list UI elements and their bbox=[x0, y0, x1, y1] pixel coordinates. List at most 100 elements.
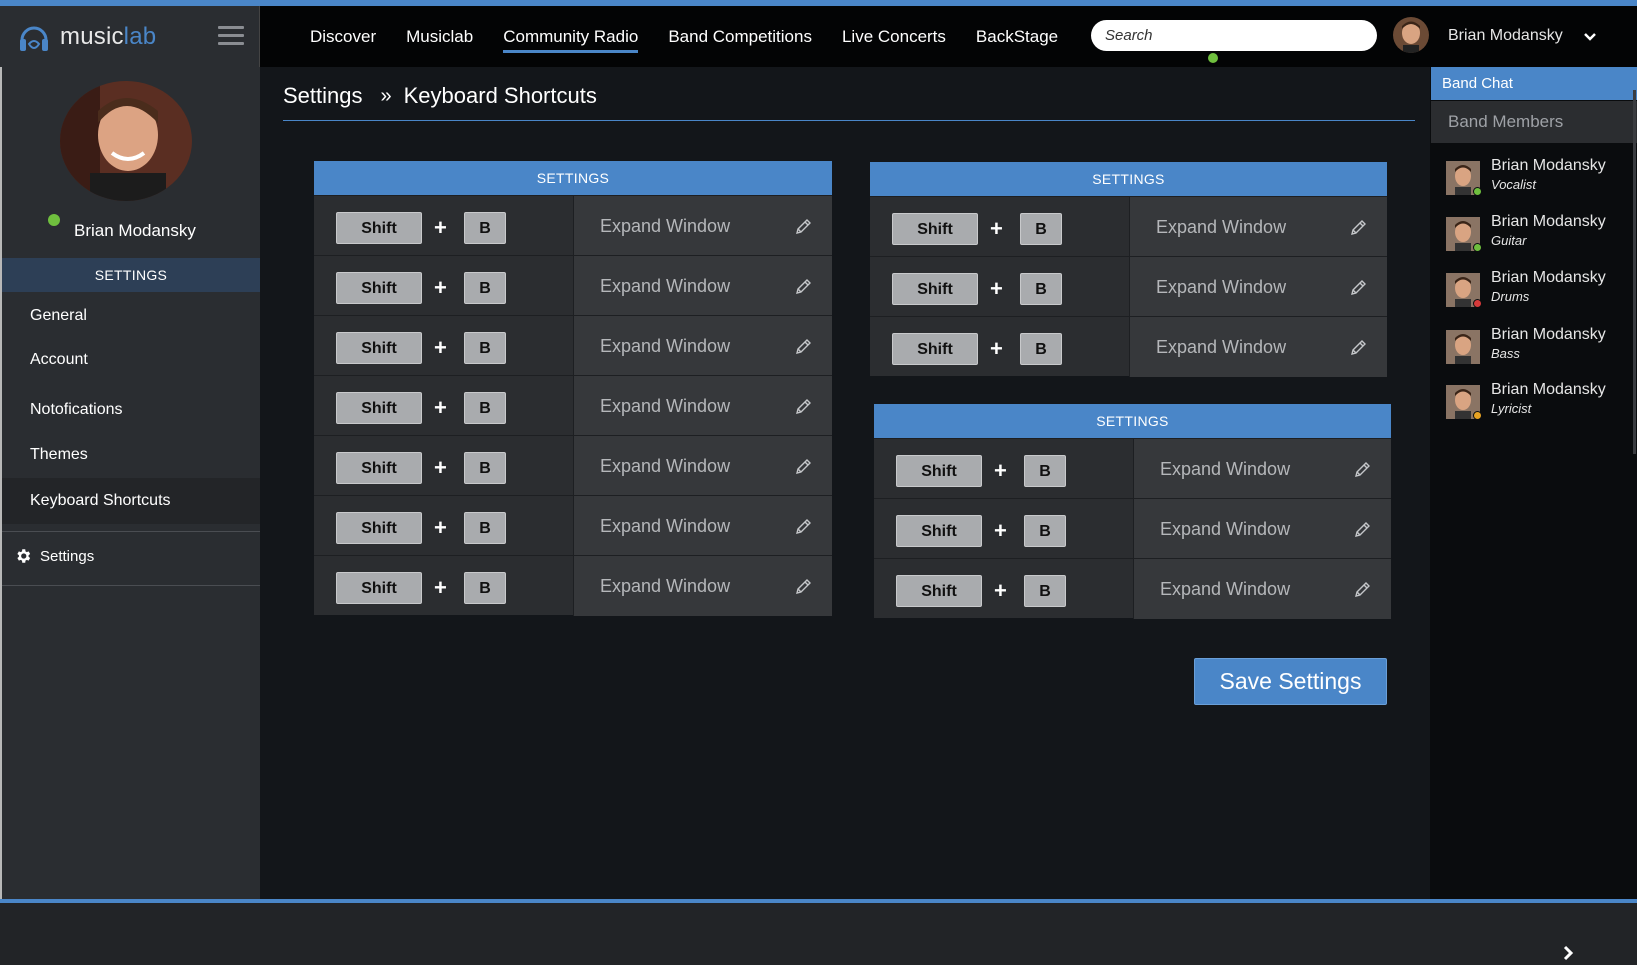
modifier-key[interactable]: Shift bbox=[892, 213, 978, 245]
band-member-item[interactable]: Brian Modansky Drums bbox=[1430, 267, 1637, 321]
shortcut-key[interactable]: B bbox=[464, 452, 506, 484]
modifier-key[interactable]: Shift bbox=[336, 272, 422, 304]
user-name[interactable]: Brian Modansky bbox=[1448, 27, 1563, 45]
modifier-key[interactable]: Shift bbox=[336, 512, 422, 544]
shortcut-keys: Shift + B bbox=[874, 499, 1133, 559]
pencil-edit-icon[interactable] bbox=[794, 458, 812, 476]
sidebar-item-keyboard-shortcuts[interactable]: Keyboard Shortcuts bbox=[2, 478, 260, 524]
chevron-right-icon[interactable] bbox=[1560, 945, 1576, 961]
action-label: Expand Window bbox=[1160, 579, 1291, 599]
action-label: Expand Window bbox=[600, 276, 731, 296]
right-panel-scrollbar[interactable] bbox=[1633, 90, 1636, 454]
shortcut-row: Shift + B Expand Window bbox=[314, 255, 832, 316]
modifier-key[interactable]: Shift bbox=[336, 212, 422, 244]
band-member-item[interactable]: Brian Modansky Lyricist bbox=[1430, 379, 1637, 433]
save-settings-button[interactable]: Save Settings bbox=[1194, 658, 1387, 705]
pencil-edit-icon[interactable] bbox=[1349, 339, 1367, 357]
modifier-key[interactable]: Shift bbox=[892, 333, 978, 365]
right-panel: Band Chat Band Members Brian Modansky Voc… bbox=[1430, 67, 1637, 899]
band-member-item[interactable]: Brian Modansky Guitar bbox=[1430, 211, 1637, 265]
plus-sign: + bbox=[434, 455, 447, 480]
pencil-edit-icon[interactable] bbox=[794, 218, 812, 236]
modifier-key[interactable]: Shift bbox=[336, 452, 422, 484]
nav-item-live-concerts[interactable]: Live Concerts bbox=[842, 21, 946, 53]
sidebar-settings-link[interactable]: Settings bbox=[14, 547, 94, 565]
shortcut-key[interactable]: B bbox=[464, 392, 506, 424]
pencil-edit-icon[interactable] bbox=[794, 518, 812, 536]
nav-item-discover[interactable]: Discover bbox=[310, 21, 376, 53]
sidebar-settings-label: Settings bbox=[40, 547, 95, 565]
shortcut-key[interactable]: B bbox=[464, 272, 506, 304]
shortcut-key[interactable]: B bbox=[1024, 455, 1066, 487]
nav-item-musiclab[interactable]: Musiclab bbox=[406, 21, 473, 53]
shortcut-key[interactable]: B bbox=[464, 212, 506, 244]
member-avatar bbox=[1446, 330, 1480, 364]
shortcut-key[interactable]: B bbox=[1020, 213, 1062, 245]
shortcut-panel: SETTINGS Shift + B Expand Window Shift + B Expan… bbox=[874, 404, 1391, 619]
pencil-edit-icon[interactable] bbox=[1353, 581, 1371, 599]
modifier-key[interactable]: Shift bbox=[892, 273, 978, 305]
left-sidebar: Brian Modansky SETTINGS General Account No… bbox=[0, 67, 260, 899]
shortcut-keys: Shift + B bbox=[874, 559, 1133, 619]
plus-sign: + bbox=[434, 515, 447, 540]
modifier-key[interactable]: Shift bbox=[896, 575, 982, 607]
sidebar-item-notofications[interactable]: Notofications bbox=[2, 387, 260, 433]
pencil-edit-icon[interactable] bbox=[1353, 461, 1371, 479]
band-members-header[interactable]: Band Members bbox=[1431, 101, 1637, 143]
shortcut-row: Shift + B Expand Window bbox=[870, 316, 1387, 377]
sidebar-item-general[interactable]: General bbox=[2, 293, 260, 339]
modifier-key[interactable]: Shift bbox=[896, 455, 982, 487]
member-role: Lyricist bbox=[1491, 401, 1532, 416]
band-member-item[interactable]: Brian Modansky Bass bbox=[1430, 324, 1637, 378]
pencil-edit-icon[interactable] bbox=[794, 338, 812, 356]
pencil-edit-icon[interactable] bbox=[794, 278, 812, 296]
shortcut-row: Shift + B Expand Window bbox=[314, 435, 832, 496]
pencil-edit-icon[interactable] bbox=[1349, 219, 1367, 237]
breadcrumb-root[interactable]: Settings bbox=[283, 83, 363, 109]
shortcut-key[interactable]: B bbox=[1020, 273, 1062, 305]
panel-title: SETTINGS bbox=[314, 161, 832, 195]
modifier-key[interactable]: Shift bbox=[896, 515, 982, 547]
modifier-key[interactable]: Shift bbox=[336, 572, 422, 604]
breadcrumb: Settings » Keyboard Shortcuts bbox=[283, 83, 597, 109]
modifier-key[interactable]: Shift bbox=[336, 392, 422, 424]
hamburger-menu-icon[interactable] bbox=[218, 26, 244, 46]
plus-sign: + bbox=[990, 336, 1003, 361]
nav-item-band-competitions[interactable]: Band Competitions bbox=[668, 21, 812, 53]
action-label: Expand Window bbox=[600, 336, 731, 356]
band-chat-tab[interactable]: Band Chat bbox=[1431, 67, 1637, 100]
shortcut-key[interactable]: B bbox=[464, 332, 506, 364]
shortcut-action: Expand Window bbox=[1129, 317, 1387, 377]
shortcut-key[interactable]: B bbox=[1020, 333, 1062, 365]
sidebar-item-account[interactable]: Account bbox=[2, 337, 260, 383]
pencil-edit-icon[interactable] bbox=[794, 578, 812, 596]
sidebar-item-themes[interactable]: Themes bbox=[2, 432, 260, 478]
shortcut-key[interactable]: B bbox=[464, 512, 506, 544]
headphones-logo-icon[interactable] bbox=[18, 18, 50, 56]
shortcut-action: Expand Window bbox=[573, 316, 832, 376]
nav-item-community-radio[interactable]: Community Radio bbox=[503, 21, 639, 53]
shortcut-key[interactable]: B bbox=[464, 572, 506, 604]
shortcut-keys: Shift + B bbox=[314, 496, 573, 556]
logo-wordmark[interactable]: musiclab bbox=[60, 23, 156, 51]
shortcut-row: Shift + B Expand Window bbox=[314, 555, 832, 616]
shortcut-row: Shift + B Expand Window bbox=[314, 195, 832, 256]
logo-area: musiclab bbox=[0, 6, 260, 67]
search-input[interactable] bbox=[1091, 20, 1377, 51]
shortcut-action: Expand Window bbox=[1133, 439, 1391, 499]
pencil-edit-icon[interactable] bbox=[794, 398, 812, 416]
band-member-item[interactable]: Brian Modansky Vocalist bbox=[1430, 155, 1637, 209]
breadcrumb-underline bbox=[283, 120, 1415, 121]
chevron-down-icon[interactable] bbox=[1583, 30, 1597, 44]
shortcut-key[interactable]: B bbox=[1024, 575, 1066, 607]
pencil-edit-icon[interactable] bbox=[1349, 279, 1367, 297]
modifier-key[interactable]: Shift bbox=[336, 332, 422, 364]
shortcut-key[interactable]: B bbox=[1024, 515, 1066, 547]
app-window: musiclab Discover Musiclab Community Radio… bbox=[0, 0, 1637, 965]
shortcut-action: Expand Window bbox=[573, 496, 832, 556]
member-name: Brian Modansky bbox=[1491, 213, 1606, 230]
member-role: Bass bbox=[1491, 346, 1520, 361]
nav-item-backstage[interactable]: BackStage bbox=[976, 21, 1058, 53]
user-avatar[interactable] bbox=[1393, 17, 1429, 53]
pencil-edit-icon[interactable] bbox=[1353, 521, 1371, 539]
